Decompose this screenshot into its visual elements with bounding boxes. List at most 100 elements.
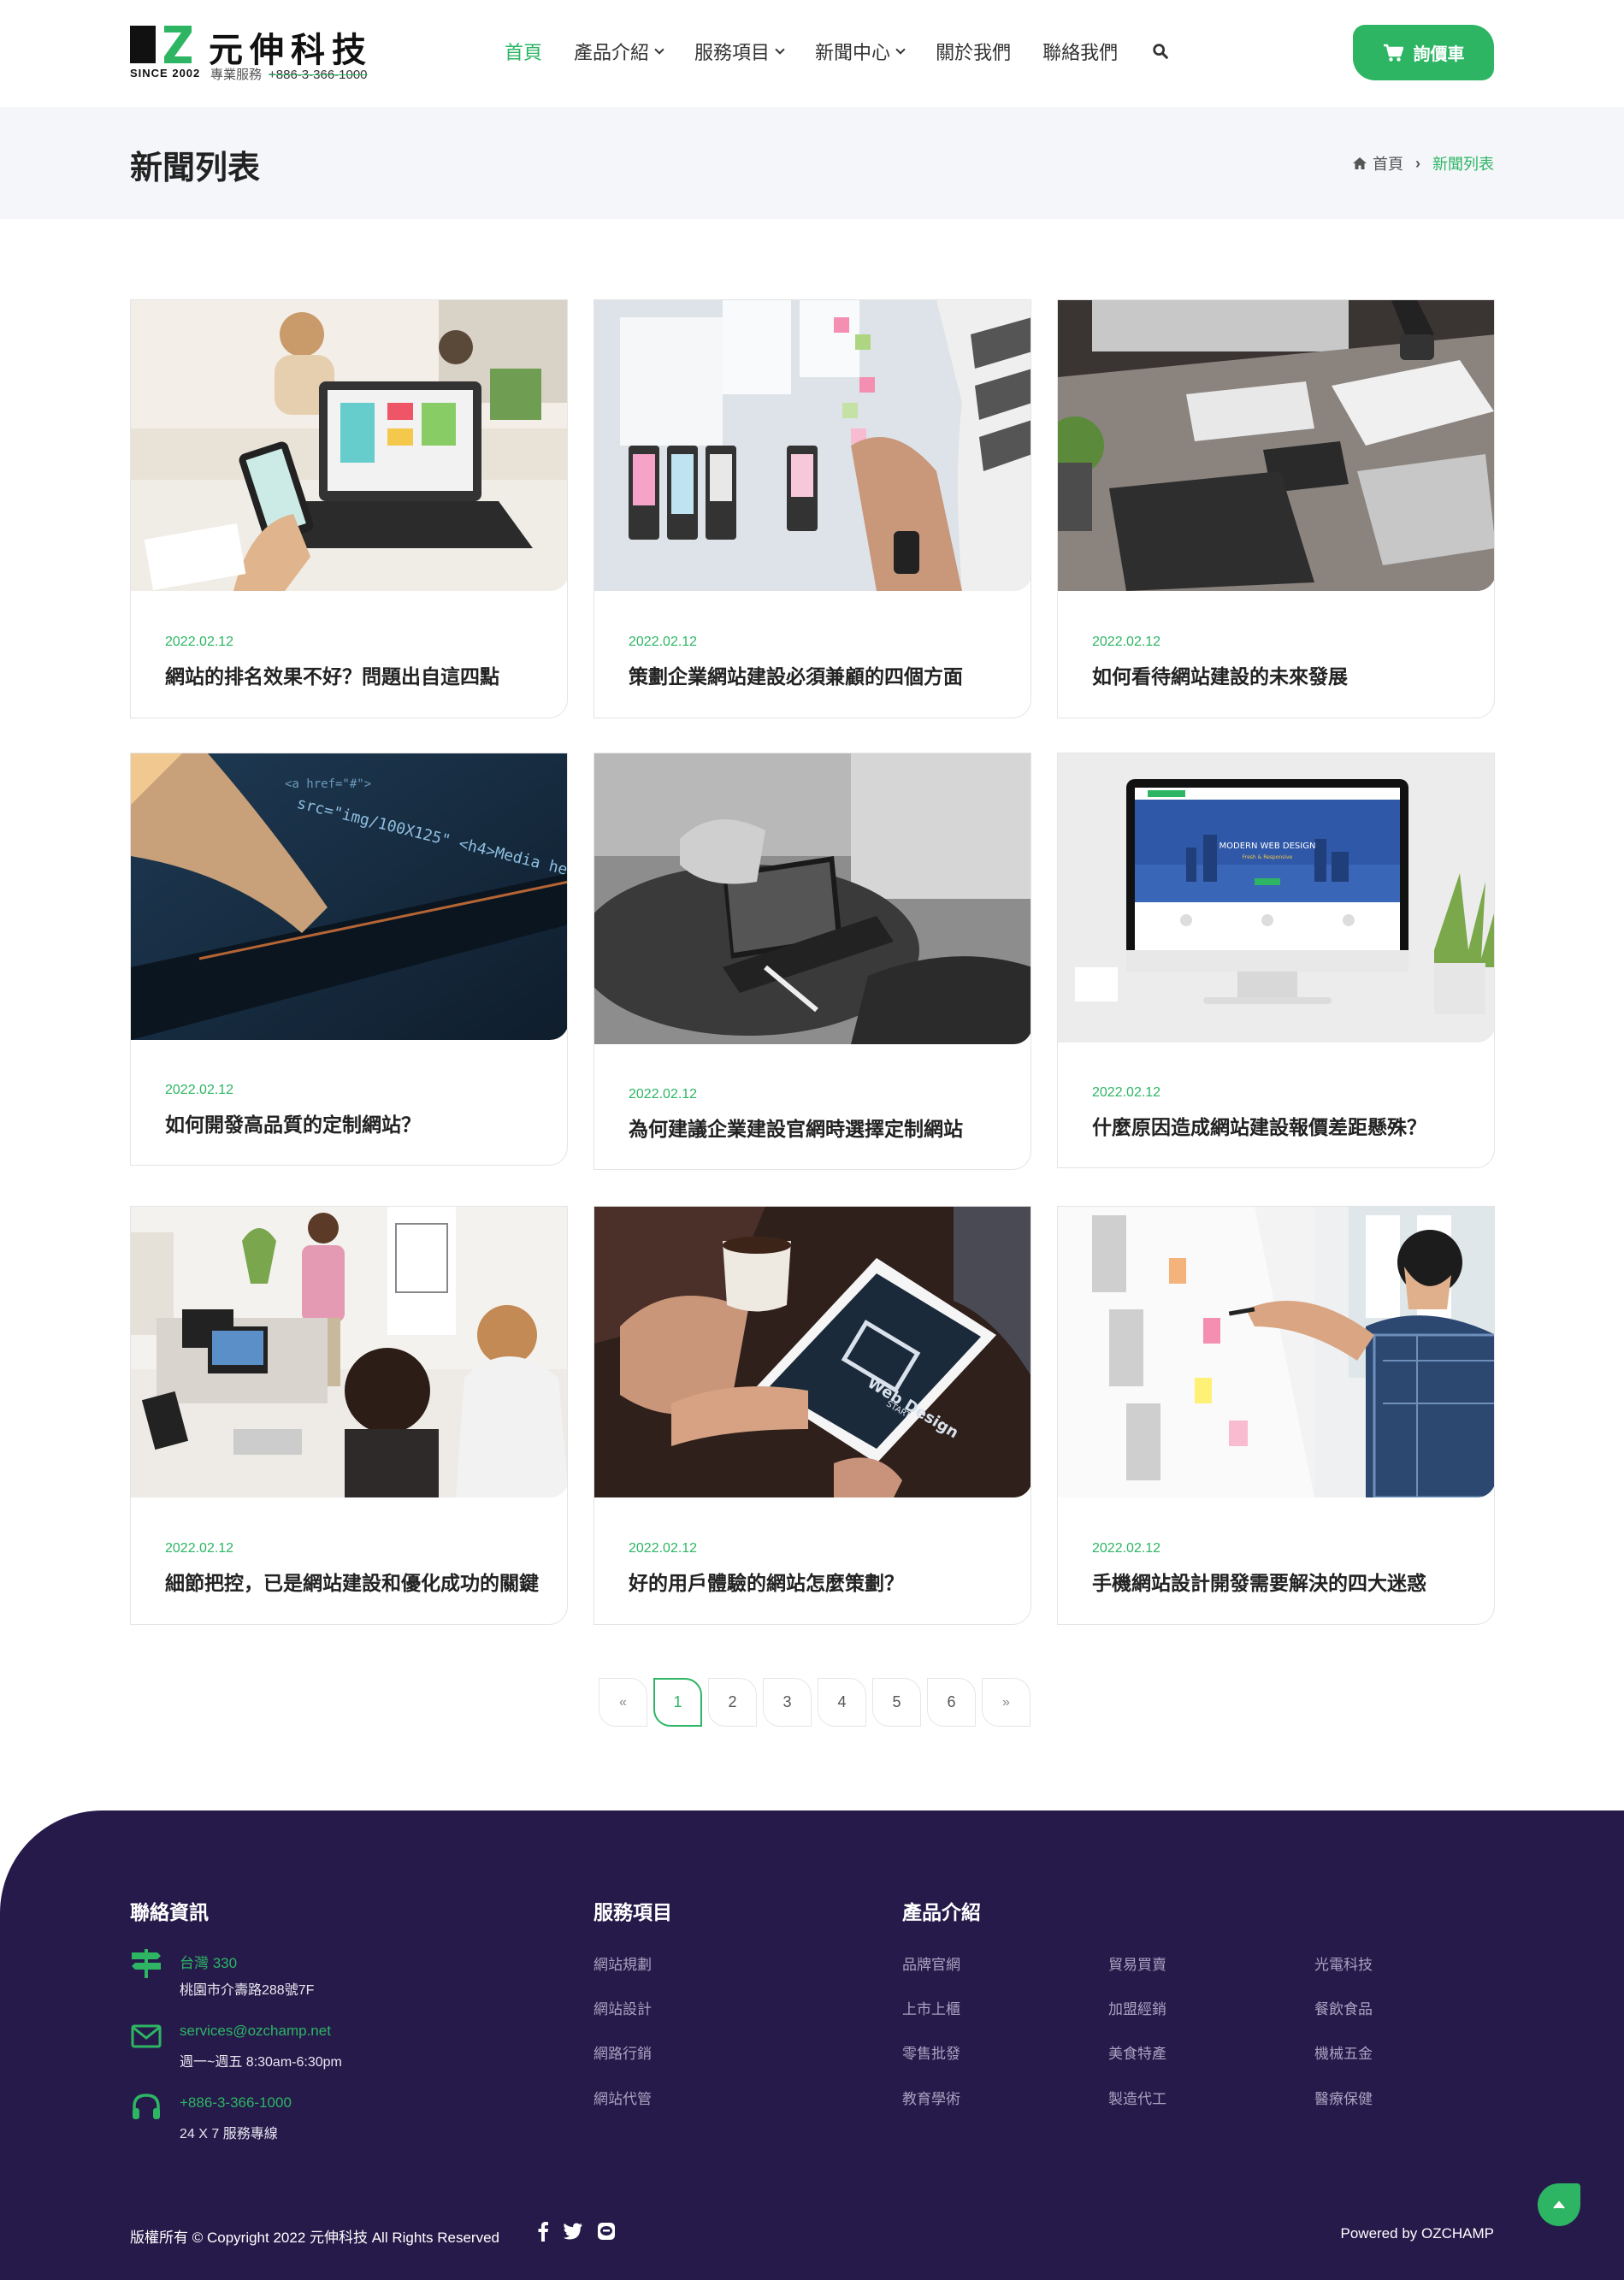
breadcrumb-home[interactable]: 首頁 xyxy=(1352,152,1403,174)
news-card[interactable]: 2022.02.12 網站的排名效果不好？問題出自這四點 xyxy=(130,299,568,718)
page-title-band: 新聞列表 首頁 › 新聞列表 xyxy=(0,107,1624,219)
pagination-page-4[interactable]: 4 xyxy=(818,1678,866,1727)
quote-cart-button[interactable]: 詢價車 xyxy=(1353,25,1494,80)
footer-service-link[interactable]: 網站代管 xyxy=(593,2087,652,2108)
pagination-page-1[interactable]: 1 xyxy=(653,1678,702,1727)
footer-product-link[interactable]: 光電科技 xyxy=(1314,1952,1373,1974)
footer-product-link[interactable]: 品牌官網 xyxy=(902,1952,960,1974)
chevron-down-icon xyxy=(654,44,664,55)
contact-phone-sub: 24 X 7 服務專線 xyxy=(180,2127,278,2141)
footer-product-link[interactable]: 零售批發 xyxy=(902,2041,960,2063)
mail-icon xyxy=(131,2024,162,2048)
home-icon xyxy=(1353,157,1367,169)
news-card[interactable]: 2022.02.12 如何看待網站建設的未來發展 xyxy=(1057,299,1495,718)
nav-label: 新聞中心 xyxy=(815,42,891,63)
breadcrumb: 首頁 › 新聞列表 xyxy=(1352,152,1494,174)
nav-item-news[interactable]: 新聞中心 xyxy=(815,38,906,65)
nav-label: 服務項目 xyxy=(694,42,771,63)
logo-service-line: 專業服務 +886-3-366-1000 xyxy=(210,65,368,83)
contact-phone-main[interactable]: +886-3-366-1000 xyxy=(180,2094,292,2112)
news-card[interactable]: MODERN WEB DESIGN Fresh & Responsive 202… xyxy=(1057,753,1495,1168)
nav-label: 產品介紹 xyxy=(574,42,650,63)
pagination-next[interactable]: » xyxy=(982,1678,1031,1727)
footer-product-link[interactable]: 貿易買賣 xyxy=(1108,1952,1166,1974)
news-card[interactable]: Web Design START 2022.02.12 好的用戶體驗的網站怎麼策… xyxy=(593,1206,1031,1625)
nav-item-contact[interactable]: 聯絡我們 xyxy=(1042,38,1118,65)
logo-mark-icon xyxy=(130,26,192,63)
footer-product-link[interactable]: 餐飲食品 xyxy=(1314,1997,1373,2018)
site-logo[interactable]: SINCE 2002 元伸科技 專業服務 +886-3-366-1000 xyxy=(130,22,378,84)
news-title[interactable]: 什麼原因造成網站建設報價差距懸殊？ xyxy=(1092,1111,1477,1140)
headset-icon xyxy=(133,2094,160,2119)
news-date: 2022.02.12 xyxy=(165,1083,234,1097)
responsive-text: Fresh & Responsive xyxy=(1243,854,1293,860)
powered-by: Powered by OZCHAMP xyxy=(1340,2225,1495,2242)
footer-product-link[interactable]: 加盟經銷 xyxy=(1108,1997,1166,2018)
news-image xyxy=(1058,1207,1494,1497)
breadcrumb-home-label: 首頁 xyxy=(1373,156,1403,173)
news-date: 2022.02.12 xyxy=(1092,1541,1161,1556)
nav-item-services[interactable]: 服務項目 xyxy=(694,38,785,65)
footer-product-link[interactable]: 上市上櫃 xyxy=(902,1997,960,2018)
news-image xyxy=(131,1207,567,1497)
nav-item-about[interactable]: 關於我們 xyxy=(936,38,1011,65)
news-card[interactable]: 2022.02.12 細節把控，已是網站建設和優化成功的關鍵 xyxy=(130,1206,568,1625)
news-date: 2022.02.12 xyxy=(629,635,698,649)
nav-item-products[interactable]: 產品介紹 xyxy=(574,38,664,65)
back-to-top-button[interactable] xyxy=(1538,2183,1580,2226)
footer-product-link[interactable]: 美食特產 xyxy=(1108,2041,1166,2063)
footer-product-link[interactable]: 教育學術 xyxy=(902,2087,960,2108)
nav-label: 聯絡我們 xyxy=(1042,42,1119,63)
news-title[interactable]: 策劃企業網站建設必須兼顧的四個方面 xyxy=(629,660,1013,689)
twitter-icon[interactable] xyxy=(563,2223,583,2240)
footer-products-heading: 產品介紹 xyxy=(902,1901,981,1923)
pagination-page-2[interactable]: 2 xyxy=(708,1678,757,1727)
signpost-icon xyxy=(132,1949,161,1978)
site-footer: 聯絡資訊 服務項目 產品介紹 台灣 330 桃園市介壽路288號7F servi… xyxy=(0,1810,1624,2280)
search-icon[interactable] xyxy=(1151,42,1170,61)
news-title[interactable]: 網站的排名效果不好？問題出自這四點 xyxy=(165,660,550,689)
facebook-icon[interactable] xyxy=(537,2221,549,2242)
news-card[interactable]: 2022.02.12 策劃企業網站建設必須兼顧的四個方面 xyxy=(593,299,1031,718)
news-date: 2022.02.12 xyxy=(1092,1085,1161,1100)
news-card[interactable]: <a href="#"> src="img/100X125" <h4>Media… xyxy=(130,753,568,1166)
social-links xyxy=(537,2221,629,2242)
copyright: 版權所有 © Copyright 2022 元伸科技 All Rights Re… xyxy=(130,2230,499,2246)
news-title[interactable]: 如何看待網站建設的未來發展 xyxy=(1092,660,1477,689)
news-title[interactable]: 手機網站設計開發需要解決的四大迷惑 xyxy=(1092,1567,1477,1596)
nav-item-home[interactable]: 首頁 xyxy=(505,38,542,65)
chevron-down-icon xyxy=(775,44,785,55)
contact-email-main[interactable]: services@ozchamp.net xyxy=(180,2023,331,2040)
header-phone: +886-3-366-1000 xyxy=(269,68,368,82)
news-title[interactable]: 為何建議企業建設官網時選擇定制網站 xyxy=(629,1113,1013,1142)
pagination-page-5[interactable]: 5 xyxy=(872,1678,921,1727)
chevron-down-icon xyxy=(895,44,906,55)
contact-address-main: 台灣 330 xyxy=(180,1955,238,1971)
footer-service-link[interactable]: 網站規劃 xyxy=(593,1952,652,1974)
news-title[interactable]: 細節把控，已是網站建設和優化成功的關鍵 xyxy=(165,1567,550,1596)
nav-label: 首頁 xyxy=(505,42,543,63)
news-image xyxy=(594,753,1031,1044)
pagination: « 1 2 3 4 5 6 » xyxy=(599,1678,1036,1727)
line-icon[interactable] xyxy=(597,2222,616,2241)
news-image xyxy=(131,300,567,591)
breadcrumb-current: 新聞列表 xyxy=(1432,156,1494,173)
news-card[interactable]: 2022.02.12 手機網站設計開發需要解決的四大迷惑 xyxy=(1057,1206,1495,1625)
nav-label: 關於我們 xyxy=(936,42,1012,63)
footer-contact-heading: 聯絡資訊 xyxy=(130,1901,209,1923)
footer-product-link[interactable]: 製造代工 xyxy=(1108,2087,1166,2108)
footer-service-link[interactable]: 網站設計 xyxy=(593,1997,652,2018)
footer-service-link[interactable]: 網路行銷 xyxy=(593,2041,652,2063)
footer-product-link[interactable]: 醫療保健 xyxy=(1314,2087,1373,2108)
news-date: 2022.02.12 xyxy=(165,635,234,649)
page-title: 新聞列表 xyxy=(130,151,261,186)
footer-product-link[interactable]: 機械五金 xyxy=(1314,2041,1373,2063)
news-title[interactable]: 好的用戶體驗的網站怎麼策劃？ xyxy=(629,1567,1013,1596)
news-card[interactable]: 2022.02.12 為何建議企業建設官網時選擇定制網站 xyxy=(593,753,1031,1170)
pagination-prev[interactable]: « xyxy=(599,1678,647,1727)
pagination-page-3[interactable]: 3 xyxy=(763,1678,812,1727)
svg-text:<a href="#">: <a href="#"> xyxy=(285,777,371,791)
news-image xyxy=(594,300,1031,591)
news-title[interactable]: 如何開發高品質的定制網站？ xyxy=(165,1108,550,1137)
pagination-page-6[interactable]: 6 xyxy=(927,1678,976,1727)
